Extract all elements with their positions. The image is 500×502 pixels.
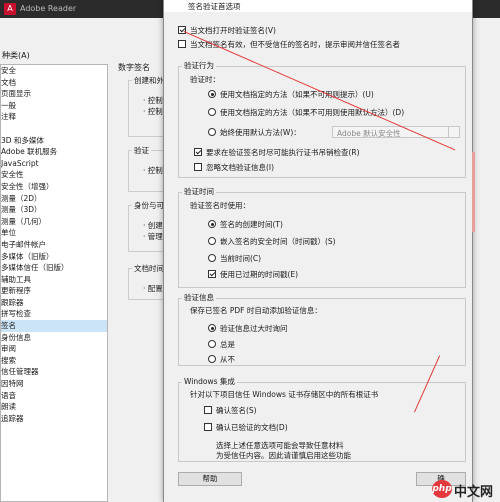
category-item[interactable]: 页面显示 <box>1 88 107 100</box>
time-creation-label: 签名的创建时间(T) <box>220 220 283 229</box>
windows-integration-title: Windows 集成 <box>182 376 237 387</box>
category-item[interactable]: 安全性 <box>1 169 107 181</box>
prompt-review-checkbox[interactable] <box>178 40 186 48</box>
verify-time-subtitle: 验证签名时使用： <box>190 201 250 210</box>
adobe-reader-icon: A <box>4 3 16 15</box>
category-item[interactable]: 文档 <box>1 77 107 89</box>
time-secure-label: 嵌入签名的安全时间（时间戳）(S) <box>220 237 336 246</box>
ignore-validation-info-label: 忽略文档验证信息(I) <box>206 163 275 172</box>
revocation-check-label: 要求在验证签名时尽可能执行证书吊销检查(R) <box>206 148 360 157</box>
trust-signatures-checkbox[interactable] <box>204 406 212 414</box>
category-item[interactable]: 一般 <box>1 100 107 112</box>
revocation-check-checkbox[interactable] <box>194 148 202 156</box>
signature-group-item: · 管理 <box>143 232 163 241</box>
ignore-validation-info-checkbox[interactable] <box>194 163 202 171</box>
method-document-prompt-radio[interactable] <box>208 90 216 98</box>
category-item[interactable]: 更新程序 <box>1 285 107 297</box>
category-item[interactable]: 测量（几何） <box>1 216 107 228</box>
signature-group-item: · 配置 <box>143 284 163 293</box>
expired-timestamp-checkbox[interactable] <box>208 270 216 278</box>
verify-behavior-title: 验证行为 <box>182 60 216 71</box>
category-item[interactable]: 签名 <box>1 320 107 332</box>
trust-certified-docs-label: 确认已验证的文档(D) <box>216 423 288 432</box>
category-item[interactable]: 多媒体（旧版） <box>1 251 107 263</box>
dialog-title-bar: 签名验证首选项 <box>164 0 472 12</box>
info-never-radio[interactable] <box>208 355 216 363</box>
app-title: Adobe Reader <box>20 4 77 13</box>
info-ask-label: 验证信息过大时询问 <box>220 324 288 333</box>
watermark: php 中文网 <box>432 480 498 500</box>
category-item[interactable]: 跟踪器 <box>1 297 107 309</box>
category-item[interactable]: 3D 和多媒体 <box>1 135 107 147</box>
signature-group-item: · 控制 <box>143 107 163 116</box>
category-item[interactable]: JavaScript <box>1 158 107 170</box>
method-always-default-label: 始终使用默认方法(W)： <box>220 128 301 137</box>
category-item[interactable]: 电子邮件帐户 <box>1 239 107 251</box>
category-item[interactable]: 搜索 <box>1 355 107 367</box>
trust-signatures-label: 确认签名(S) <box>216 406 257 415</box>
category-item[interactable]: 安全性（增强） <box>1 181 107 193</box>
help-button[interactable]: 帮助 <box>178 472 242 486</box>
info-never-label: 从不 <box>220 355 235 364</box>
category-item[interactable]: Adobe 联机服务 <box>1 146 107 158</box>
category-item[interactable]: 注释 <box>1 111 107 123</box>
signature-group-item: · 控制 <box>143 96 163 105</box>
method-always-default-radio[interactable] <box>208 128 216 136</box>
category-item[interactable]: 测量（3D） <box>1 204 107 216</box>
category-item[interactable]: 信任管理器 <box>1 366 107 378</box>
trust-certified-docs-checkbox[interactable] <box>204 423 212 431</box>
default-method-select[interactable]: Adobe 默认安全性 <box>332 126 460 138</box>
default-method-value: Adobe 默认安全性 <box>337 129 401 138</box>
time-current-label: 当前时间(C) <box>220 254 262 263</box>
time-current-radio[interactable] <box>208 254 216 262</box>
category-item[interactable] <box>1 123 107 135</box>
windows-integration-subtitle: 针对以下项目信任 Windows 证书存储区中的所有根证书 <box>190 390 379 399</box>
info-always-label: 总是 <box>220 340 235 349</box>
info-ask-radio[interactable] <box>208 324 216 332</box>
php-logo-icon: php <box>432 480 452 498</box>
category-item[interactable]: 测量（2D） <box>1 193 107 205</box>
category-item[interactable]: 单位 <box>1 227 107 239</box>
annotation-marker <box>472 152 475 232</box>
digital-signature-heading: 数字签名 <box>118 63 150 72</box>
info-always-radio[interactable] <box>208 340 216 348</box>
category-item[interactable]: 语音 <box>1 390 107 402</box>
verify-info-title: 验证信息 <box>182 292 216 303</box>
category-label: 种类(A) <box>2 51 30 60</box>
expired-timestamp-label: 使用已过期的时间戳(E) <box>220 270 299 279</box>
category-list[interactable]: 安全 文档 页面显示 一般 注释 3D 和多媒体 Adobe 联机服务 JavaScript 安… <box>0 64 108 502</box>
signature-group-item: · 创建 <box>143 221 163 230</box>
verify-time-title: 验证时间 <box>182 186 216 197</box>
method-document-prompt-label: 使用文档指定的方法（如果不可用则提示）(U) <box>220 90 374 99</box>
signature-group-title: 文档时间 <box>132 263 166 274</box>
category-item[interactable]: 审阅 <box>1 343 107 355</box>
dialog-title: 签名验证首选项 <box>188 2 241 11</box>
integration-note-line2: 为受信任内容。因此请谨慎启用这些功能 <box>216 451 351 460</box>
category-item[interactable]: 追踪器 <box>1 413 107 425</box>
time-secure-radio[interactable] <box>208 237 216 245</box>
category-item[interactable]: 辅助工具 <box>1 274 107 286</box>
verify-info-subtitle: 保存已签名 PDF 时自动添加验证信息： <box>190 306 322 315</box>
chevron-down-icon <box>448 127 459 137</box>
time-creation-radio[interactable] <box>208 220 216 228</box>
category-item[interactable]: 多媒体信任（旧版） <box>1 262 107 274</box>
watermark-text: 中文网 <box>454 485 494 500</box>
category-item[interactable]: 拼写检查 <box>1 308 107 320</box>
signature-group-item: · 控制 <box>143 166 163 175</box>
category-item[interactable]: 身份信息 <box>1 332 107 344</box>
category-item[interactable]: 因特网 <box>1 378 107 390</box>
signature-group-title: 验证 <box>132 145 151 156</box>
method-document-default-radio[interactable] <box>208 108 216 116</box>
verify-on-open-label: 当文档打开时验证签名(V) <box>190 26 276 35</box>
verify-behavior-subtitle: 验证时： <box>190 75 220 84</box>
signature-verification-dialog: 签名验证首选项 当文档打开时验证签名(V) 当文档签名有效，但不受信任的签名时，… <box>163 0 473 502</box>
category-item[interactable]: 安全 <box>1 65 107 77</box>
category-item[interactable]: 朗读 <box>1 401 107 413</box>
